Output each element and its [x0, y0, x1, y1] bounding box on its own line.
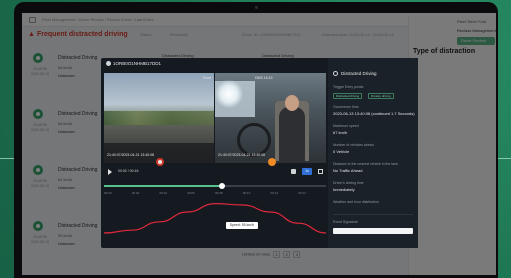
field-label: Occurrence time	[333, 105, 359, 109]
play-icon[interactable]	[108, 169, 112, 175]
front-camera-label: Front	[202, 76, 211, 80]
timeline-scrubber[interactable]	[218, 183, 225, 189]
event-video-modal: 1ORB0O1NHMB17DD1 Front 21:40:07/2023-04-…	[101, 58, 418, 248]
nearest-vehicle-value: No Traffic Ahead	[333, 168, 363, 173]
field-label: Number of vehicles ahead	[333, 143, 374, 147]
modal-header: 1ORB0O1NHMB17DD1	[101, 58, 326, 70]
signature-input[interactable]	[333, 228, 413, 234]
field-label: Weather and hour distribution	[333, 200, 379, 204]
field-label: Driver's driving time	[333, 181, 364, 185]
user-icon	[106, 61, 111, 66]
timeline-progress	[104, 185, 222, 187]
modal-title: 1ORB0O1NHMB17DD1	[113, 61, 162, 66]
video-driver-head	[285, 95, 299, 111]
speed-line	[104, 202, 326, 234]
speed-graph	[104, 202, 326, 234]
front-video-timestamp: 21:40:07/2023-04-21 13:40:08	[107, 153, 155, 157]
record-marker-icon[interactable]	[156, 158, 164, 166]
video-glare	[215, 79, 243, 109]
field-label: Distance to the nearest vehicle in the l…	[333, 162, 398, 166]
cabin-video-timestamp: 21:40:07/2023-04-21 13:40:08	[218, 153, 266, 157]
video-steering-wheel	[237, 123, 271, 157]
volume-icon[interactable]	[291, 169, 296, 174]
fullscreen-icon[interactable]	[318, 169, 323, 174]
info-icon	[333, 71, 338, 76]
camera-icon	[255, 6, 258, 9]
trigger-chip[interactable]: Distracted driving	[333, 93, 363, 99]
event-details-panel: Distracted Driving Trigger Entry points …	[328, 58, 418, 248]
trigger-chip[interactable]: Drowsy driving	[368, 93, 394, 99]
vehicles-ahead-value: 0 Vehicle	[333, 149, 350, 154]
field-label: Trigger Entry points	[333, 85, 364, 89]
video-driver	[279, 107, 305, 163]
field-label: Event Signature	[333, 220, 358, 224]
front-camera-video[interactable]: Front 21:40:07/2023-04-21 13:40:08	[104, 73, 214, 163]
playback-speed-button[interactable]: 1x	[302, 168, 312, 175]
event-marker-icon[interactable]	[268, 158, 276, 166]
laptop-screen: Fleet Management / Driver Review / Revie…	[22, 13, 496, 275]
cabin-camera-video[interactable]: DMS 16:13 21:40:07/2023-04-21 13:40:08	[215, 73, 326, 163]
video-timeline[interactable]: 00:00 00:02 00:04 00:06 00:08 00:10 00:12 00:14…	[104, 180, 326, 246]
cabin-camera-label: DMS 16:13	[255, 76, 273, 80]
driving-time-value: Immediately	[333, 187, 355, 192]
details-title: Distracted Driving	[341, 71, 377, 76]
playback-time: 00:02 / 00:16	[118, 169, 139, 173]
max-speed-value: 67 km/h	[333, 130, 348, 135]
occurrence-time-value: 2023-06-13 13:40:08 (continued 1.7 Secon…	[333, 111, 415, 116]
speed-tooltip: Speed: 55 km/h	[226, 222, 258, 229]
field-label: Maximum speed	[333, 124, 359, 128]
video-controls: 00:02 / 00:16 1x	[104, 166, 326, 178]
divider	[333, 214, 413, 215]
